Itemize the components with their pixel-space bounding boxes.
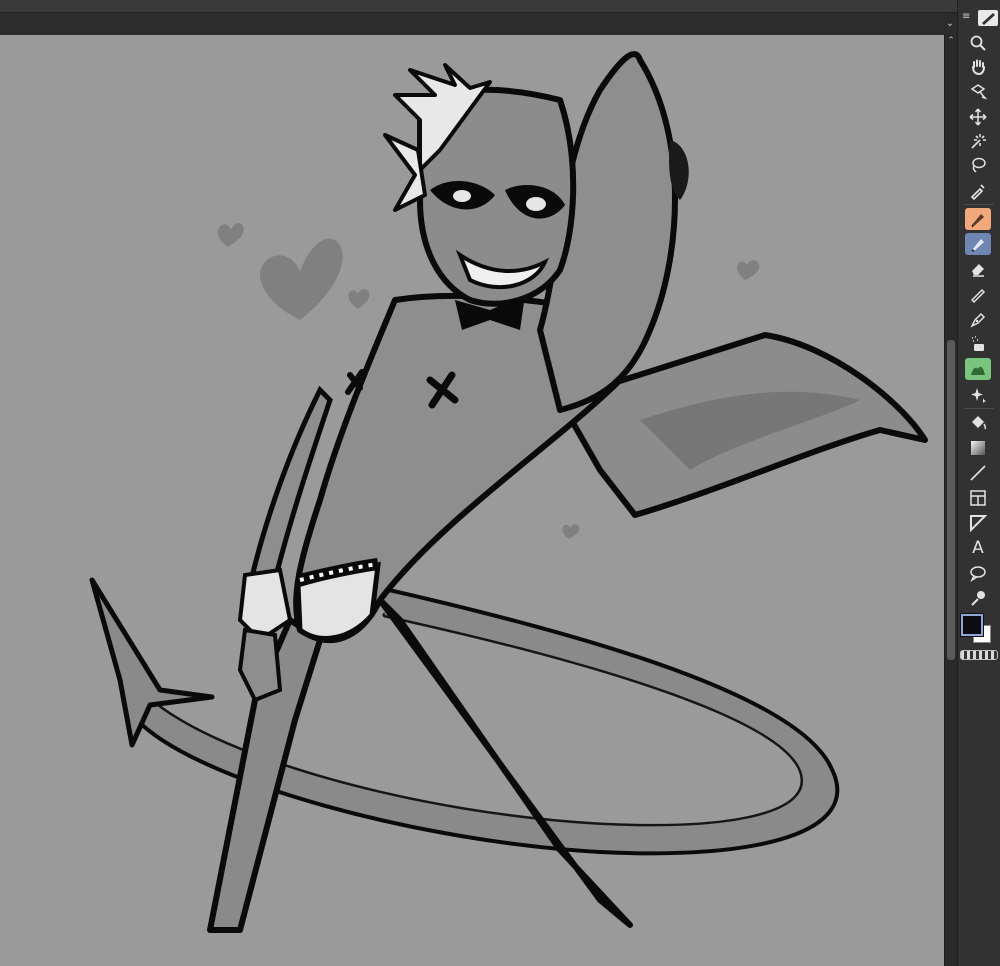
fill-icon (972, 416, 987, 430)
vertical-scrollbar[interactable]: ⌃ (944, 35, 957, 966)
zoom-icon (970, 35, 986, 51)
tool-separator (964, 408, 994, 409)
magic-wand-tool[interactable] (965, 130, 991, 152)
correct-line-icon (971, 591, 985, 606)
scrollbar-thumb[interactable] (947, 340, 955, 660)
paint-app-window: ⌄ ⌃ ≡ A (0, 0, 1000, 966)
text-icon: A (972, 538, 984, 558)
sparkle-icon (971, 388, 986, 403)
hand-icon (972, 59, 985, 76)
frame-icon (970, 490, 986, 506)
foreground-color-swatch[interactable] (961, 614, 983, 636)
chevron-down-icon[interactable]: ⌄ (944, 14, 956, 34)
pen-icon (971, 214, 984, 228)
blend-icon (971, 366, 985, 375)
rotate-icon (970, 84, 987, 100)
ruler-triangle-icon (970, 515, 987, 532)
hand-tool[interactable] (965, 56, 991, 78)
rotate-tool[interactable] (965, 80, 991, 102)
balloon-tool[interactable] (965, 562, 991, 584)
correct-line-tool[interactable] (965, 587, 991, 609)
title-bar (0, 0, 1000, 13)
gradient-icon (971, 441, 985, 455)
drawing-canvas[interactable] (0, 35, 944, 966)
chevron-up-icon[interactable]: ⌃ (945, 35, 957, 47)
zoom-tool[interactable] (965, 32, 991, 54)
artwork-illustration (89, 51, 928, 933)
blend-tool[interactable] (965, 358, 991, 380)
move-icon (969, 108, 987, 126)
decoration-tool[interactable] (965, 384, 991, 406)
airbrush-tool[interactable] (965, 333, 991, 355)
pencil-tool[interactable] (965, 233, 991, 255)
tool-separator (964, 204, 994, 205)
move-tool[interactable] (965, 106, 991, 128)
tool-palette: ≡ A (957, 0, 1000, 966)
vector-pen-icon (970, 312, 986, 328)
tool-palette-header: ≡ (958, 8, 1000, 26)
pencil-icon (971, 239, 984, 252)
canvas-tab-bar (0, 13, 944, 35)
fill-tool[interactable] (965, 412, 991, 434)
lasso-tool[interactable] (965, 154, 991, 176)
vector-pen-tool[interactable] (965, 308, 991, 330)
eraser-icon (972, 264, 984, 277)
eyedropper-tool[interactable] (965, 180, 991, 202)
balloon-icon (970, 566, 986, 582)
airbrush-icon (972, 336, 984, 351)
line-icon (970, 465, 986, 481)
transparent-color-toggle[interactable] (960, 650, 998, 660)
line-tool[interactable] (965, 462, 991, 484)
eraser-tool[interactable] (965, 258, 991, 280)
text-tool[interactable]: A (965, 537, 991, 559)
color-swatches (958, 612, 1000, 652)
magic-wand-icon (971, 134, 986, 149)
frame-tool[interactable] (965, 487, 991, 509)
ruler-triangle-tool[interactable] (965, 512, 991, 534)
active-brush-icon[interactable] (978, 10, 998, 26)
ruler-icon (970, 288, 986, 304)
menu-icon[interactable]: ≡ (962, 12, 972, 22)
ruler-tool[interactable] (965, 284, 991, 306)
pen-tool[interactable] (965, 208, 991, 230)
gradient-tool[interactable] (965, 437, 991, 459)
eyedropper-icon (970, 184, 985, 200)
lasso-icon (972, 157, 986, 173)
